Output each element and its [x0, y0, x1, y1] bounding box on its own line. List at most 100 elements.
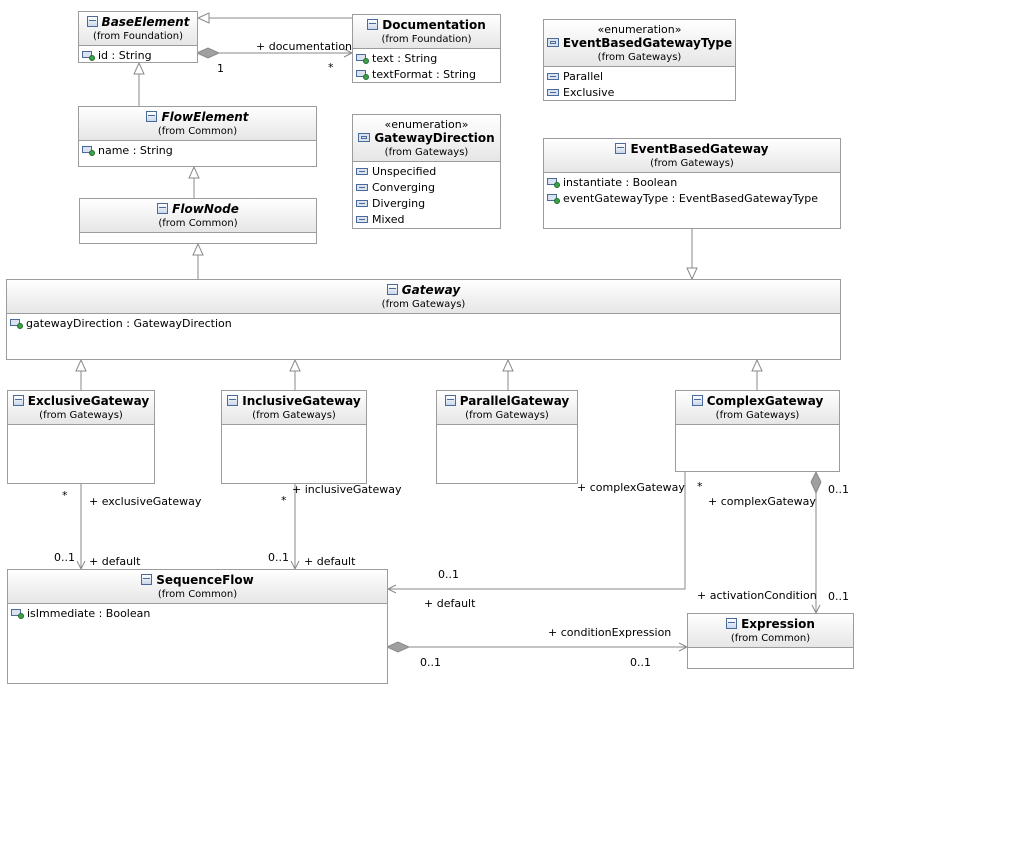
- package-label: (from Gateways): [465, 410, 549, 421]
- role-label-inclusive-gateway: + inclusiveGateway: [292, 483, 402, 496]
- composition-diamond: [810, 470, 822, 495]
- class-icon: [726, 618, 738, 629]
- role-label-exclusive-gateway: + exclusiveGateway: [89, 495, 202, 508]
- class-header: FlowNode (from Common): [80, 199, 316, 233]
- composition-diamond: [385, 641, 411, 653]
- class-name: Expression: [741, 617, 815, 631]
- class-complex-gateway[interactable]: ComplexGateway (from Gateways): [675, 390, 840, 472]
- attribute-icon: [82, 50, 95, 61]
- package-label: (from Gateways): [384, 147, 469, 158]
- literal-icon: [547, 88, 559, 96]
- class-icon: [146, 111, 158, 122]
- generalization-arrowhead: [133, 61, 145, 75]
- attribute-row[interactable]: gatewayDirection : GatewayDirection: [10, 315, 837, 331]
- literal-icon: [356, 183, 368, 191]
- class-flow-element[interactable]: FlowElement (from Common) name : String: [78, 106, 317, 167]
- attributes-compartment: [222, 425, 366, 435]
- class-icon: [141, 574, 153, 585]
- class-name: SequenceFlow: [156, 573, 254, 587]
- attribute-row[interactable]: text : String: [356, 50, 497, 66]
- literal-row[interactable]: Unspecified: [356, 163, 497, 179]
- package-label: (from Common): [730, 633, 811, 644]
- attributes-compartment: isImmediate : Boolean: [8, 604, 387, 622]
- class-documentation[interactable]: Documentation (from Foundation) text : S…: [352, 14, 501, 83]
- class-name: Documentation: [382, 18, 486, 32]
- class-icon: [615, 143, 627, 154]
- role-label-complex-gateway: + complexGateway: [577, 481, 685, 494]
- role-label-default: + default: [424, 597, 476, 610]
- class-header: «enumeration» GatewayDirection (from Gat…: [353, 115, 500, 162]
- generalization-arrowhead: [686, 267, 698, 281]
- stereotype-label: «enumeration»: [384, 118, 469, 131]
- multiplicity-label: 0..1: [268, 551, 289, 564]
- class-event-based-gateway[interactable]: EventBasedGateway (from Gateways) instan…: [543, 138, 841, 229]
- class-sequence-flow[interactable]: SequenceFlow (from Common) isImmediate :…: [7, 569, 388, 684]
- attribute-row[interactable]: isImmediate : Boolean: [11, 605, 384, 621]
- class-name: FlowNode: [172, 202, 239, 216]
- class-name: EventBasedGateway: [630, 142, 769, 156]
- attribute-row[interactable]: eventGatewayType : EventBasedGatewayType: [547, 190, 837, 206]
- generalization-arrowhead: [289, 358, 301, 372]
- generalization-arrowhead: [188, 165, 200, 179]
- class-icon: [12, 395, 24, 406]
- class-name: FlowElement: [161, 110, 249, 124]
- literal-icon: [356, 199, 368, 207]
- class-base-element[interactable]: BaseElement (from Foundation) id : Strin…: [78, 11, 198, 63]
- package-label: (from Common): [158, 218, 238, 229]
- generalization-arrowhead: [502, 358, 514, 372]
- literal-icon: [547, 72, 559, 80]
- generalization-arrowhead: [196, 12, 210, 24]
- class-header: SequenceFlow (from Common): [8, 570, 387, 604]
- package-label: (from Foundation): [381, 34, 472, 45]
- literal-icon: [356, 167, 368, 175]
- package-label: (from Gateways): [650, 158, 734, 169]
- class-name: BaseElement: [101, 15, 190, 29]
- attribute-icon: [82, 145, 95, 156]
- attributes-compartment: id : String: [79, 46, 197, 64]
- attribute-row[interactable]: name : String: [82, 142, 313, 158]
- enum-gateway-direction[interactable]: «enumeration» GatewayDirection (from Gat…: [352, 114, 501, 229]
- class-inclusive-gateway[interactable]: InclusiveGateway (from Gateways): [221, 390, 367, 484]
- attribute-row[interactable]: textFormat : String: [356, 66, 497, 82]
- attribute-row[interactable]: id : String: [82, 47, 194, 63]
- class-header: Expression (from Common): [688, 614, 853, 648]
- class-exclusive-gateway[interactable]: ExclusiveGateway (from Gateways): [7, 390, 155, 484]
- multiplicity-label: 0..1: [828, 483, 849, 496]
- literal-row[interactable]: Exclusive: [547, 84, 732, 100]
- attribute-icon: [547, 177, 560, 188]
- literal-row[interactable]: Diverging: [356, 195, 497, 211]
- generalization-arrowhead: [751, 358, 763, 372]
- class-name: Gateway: [401, 283, 461, 297]
- class-header: ExclusiveGateway (from Gateways): [8, 391, 154, 425]
- class-expression[interactable]: Expression (from Common): [687, 613, 854, 669]
- class-header: Gateway (from Gateways): [7, 280, 840, 314]
- class-name: InclusiveGateway: [242, 394, 361, 408]
- literals-compartment: Unspecified Converging Diverging Mixed: [353, 162, 500, 228]
- package-label: (from Common): [157, 589, 238, 600]
- attributes-compartment: [437, 425, 577, 435]
- generalization-arrowhead: [192, 242, 204, 256]
- class-header: «enumeration» EventBasedGatewayType (fro…: [544, 20, 735, 67]
- class-flow-node[interactable]: FlowNode (from Common): [79, 198, 317, 244]
- class-parallel-gateway[interactable]: ParallelGateway (from Gateways): [436, 390, 578, 484]
- attributes-compartment: [676, 425, 839, 435]
- attribute-icon: [356, 53, 369, 64]
- class-header: EventBasedGateway (from Gateways): [544, 139, 840, 173]
- class-gateway[interactable]: Gateway (from Gateways) gatewayDirection…: [6, 279, 841, 360]
- multiplicity-label: 0..1: [630, 656, 651, 669]
- class-header: Documentation (from Foundation): [353, 15, 500, 49]
- multiplicity-label: *: [62, 489, 68, 502]
- multiplicity-label: 0..1: [438, 568, 459, 581]
- enum-event-based-gateway-type[interactable]: «enumeration» EventBasedGatewayType (fro…: [543, 19, 736, 101]
- generalization-arrowhead: [75, 358, 87, 372]
- literal-row[interactable]: Mixed: [356, 211, 497, 227]
- attribute-row[interactable]: instantiate : Boolean: [547, 174, 837, 190]
- literal-row[interactable]: Converging: [356, 179, 497, 195]
- literal-row[interactable]: Parallel: [547, 68, 732, 84]
- multiplicity-label: *: [697, 480, 703, 493]
- attributes-compartment: text : String textFormat : String: [353, 49, 500, 83]
- uml-class-diagram: BaseElement (from Foundation) id : Strin…: [0, 0, 1010, 868]
- multiplicity-label: *: [328, 61, 334, 74]
- role-label-complex-gateway: + complexGateway: [708, 495, 816, 508]
- class-header: BaseElement (from Foundation): [79, 12, 197, 46]
